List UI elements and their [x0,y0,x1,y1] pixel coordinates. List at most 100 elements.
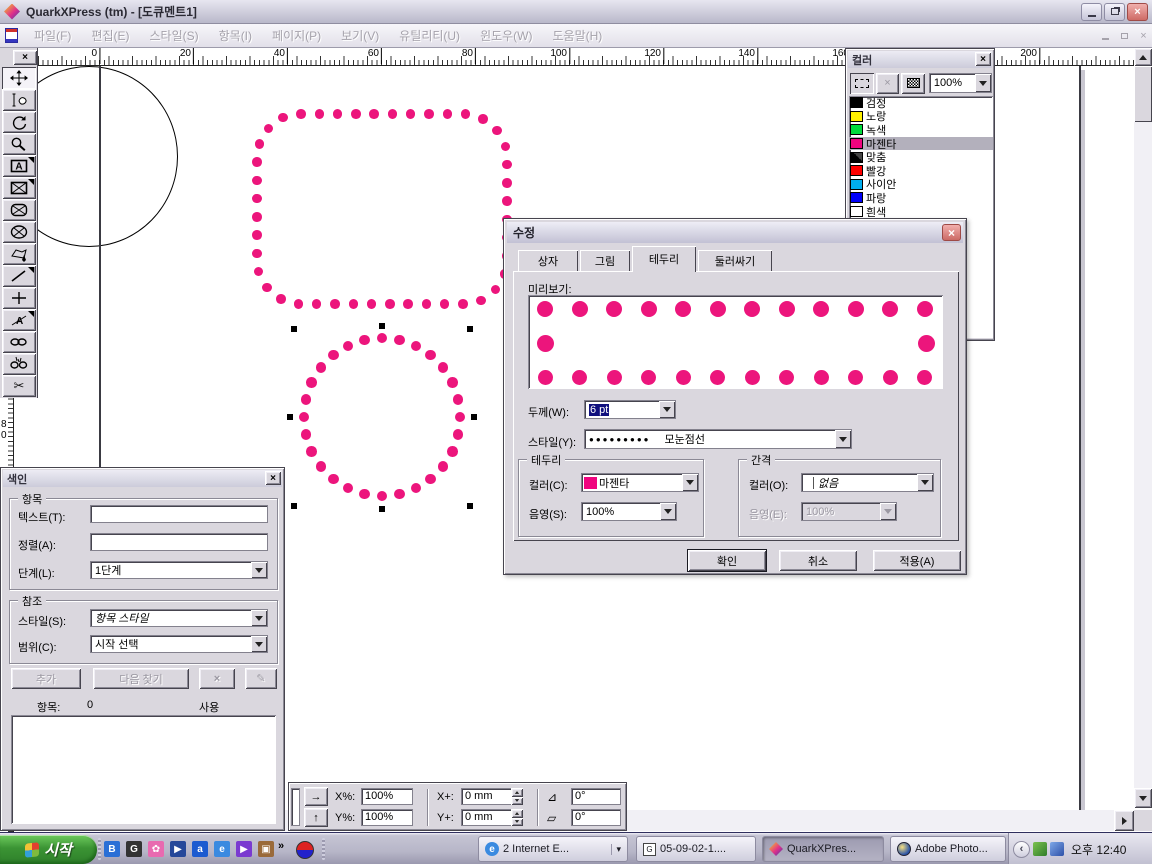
tab-picture[interactable]: 그림 [580,250,630,271]
close-button[interactable]: × [1127,3,1148,21]
taskbar-button-2[interactable]: QuarkXPres... [762,836,884,862]
rounded-picture-box-tool[interactable] [2,199,36,221]
item-tool[interactable] [2,89,36,111]
frame-mode-button[interactable] [850,73,874,94]
colors-palette-titlebar[interactable]: 컬러 [848,51,992,68]
index-palette-close-button[interactable]: × [265,471,281,485]
vertical-scroll-thumb[interactable] [1134,66,1152,122]
quick-launch-player-icon[interactable]: ▶ [236,841,252,857]
entry-level-combo[interactable]: 1단계 [90,561,268,579]
index-entry-list[interactable] [11,715,276,824]
selection-handle[interactable] [467,326,473,332]
oval-picture-box-tool[interactable] [2,221,36,243]
taskbar-button-1[interactable]: G05-09-02-1.... [636,836,756,862]
ok-button[interactable]: 확인 [688,550,766,571]
start-button[interactable]: 시작 [0,835,97,864]
unlink-tool[interactable] [2,353,36,375]
scroll-down-button[interactable] [1134,788,1152,808]
tray-network-icon[interactable] [1050,842,1064,856]
quick-launch-media-icon[interactable]: ▶ [170,841,186,857]
restore-button[interactable] [1104,3,1125,21]
x-scale-input[interactable]: 100% [361,788,413,805]
vertical-scrollbar[interactable] [1134,66,1152,788]
colors-palette-close-button[interactable]: × [975,52,991,66]
modify-dialog-titlebar[interactable]: 수정 × [507,222,963,243]
menu-item-2[interactable]: 스타일(S) [139,27,208,44]
selection-handle[interactable] [467,503,473,509]
modify-dialog-close-button[interactable]: × [942,224,961,241]
x-offset-spinner[interactable] [511,788,523,805]
menu-item-6[interactable]: 유틸리티(U) [389,27,470,44]
menu-item-4[interactable]: 페이지(P) [262,27,331,44]
entry-level-dropdown[interactable] [251,562,267,578]
entry-sort-input[interactable] [90,533,268,551]
zoom-tool[interactable] [2,133,36,155]
selection-handle[interactable] [471,414,477,420]
color-row-흰색[interactable]: 흰색 [849,205,993,219]
color-shade-combo[interactable]: 100% [929,73,992,93]
korean-ime-icon[interactable] [296,841,314,859]
scissors-tool[interactable]: ✂ [2,375,36,397]
color-shade-dropdown[interactable] [975,74,991,92]
text-box-tool[interactable]: A [2,155,36,177]
taskbar-button-0[interactable]: e2 Internet E...▾ [478,836,628,862]
contents-mode-button[interactable]: × [876,73,900,94]
line-tool[interactable] [2,265,36,287]
quick-launch-a-icon[interactable]: a [192,841,208,857]
delete-entry-button[interactable]: × [199,668,235,689]
menu-item-0[interactable]: 파일(F) [24,27,81,44]
quick-launch-overflow[interactable]: » [278,840,284,852]
ref-scope-combo[interactable]: 시작 선택 [90,635,268,653]
selection-handle[interactable] [291,503,297,509]
scroll-up-button[interactable] [1134,48,1152,66]
add-entry-button[interactable]: 추가 [11,668,81,689]
taskbar-button-3[interactable]: Adobe Photo... [890,836,1006,862]
minimize-button[interactable] [1081,3,1102,21]
fill-mode-button[interactable] [901,73,925,94]
quick-launch-ie-icon[interactable]: e [214,841,230,857]
skew-input[interactable]: 0° [571,809,621,826]
index-palette-titlebar[interactable]: 색인 [3,470,282,487]
bezier-picture-box-tool[interactable] [2,243,36,265]
tab-runaround[interactable]: 둘러싸기 [698,250,772,271]
ref-scope-dropdown[interactable] [251,636,267,652]
taskbar-button-dropdown-icon[interactable]: ▾ [611,844,621,855]
menu-item-3[interactable]: 항목(I) [209,27,262,44]
orthogonal-line-tool[interactable] [2,287,36,309]
selection-handle[interactable] [287,414,293,420]
ref-style-combo[interactable]: 항목 스타일 [90,609,268,627]
move-tool[interactable] [2,67,36,89]
selection-handle[interactable] [379,323,385,329]
selection-handle[interactable] [291,326,297,332]
ref-style-dropdown[interactable] [251,610,267,626]
cancel-button[interactable]: 취소 [779,550,857,571]
menu-item-7[interactable]: 윈도우(W) [470,27,542,44]
link-tool[interactable] [2,331,36,353]
scroll-right-button[interactable] [1114,810,1134,831]
document-icon[interactable] [5,28,18,43]
rotation-tool[interactable] [2,111,36,133]
text-path-tool[interactable]: A [2,309,36,331]
tray-chevron-icon[interactable]: ‹ [1013,841,1030,858]
flip-horizontal-button[interactable]: → [304,787,328,806]
menu-item-1[interactable]: 편집(E) [81,27,139,44]
rectangle-picture-box-tool[interactable] [2,177,36,199]
tab-box[interactable]: 상자 [518,250,578,271]
quick-launch-flower-icon[interactable]: ✿ [148,841,164,857]
rotation-input[interactable]: 0° [571,788,621,805]
tab-frame[interactable]: 테두리 [632,246,696,272]
apply-button[interactable]: 적용(A) [873,550,961,571]
y-scale-input[interactable]: 100% [361,809,413,826]
y-offset-spinner[interactable] [511,809,523,826]
find-next-button[interactable]: 다음 찾기 [93,668,189,689]
tool-palette-close-button[interactable]: × [13,50,37,65]
tray-person-icon[interactable] [1033,842,1047,856]
selection-handle[interactable] [379,506,385,512]
quick-launch-acdsee-icon[interactable]: G [126,841,142,857]
quick-launch-outlook-icon[interactable]: B [104,841,120,857]
edit-entry-button[interactable]: ✎ [245,668,277,689]
menu-item-8[interactable]: 도움말(H) [543,27,613,44]
menu-item-5[interactable]: 보기(V) [331,27,389,44]
entry-text-input[interactable] [90,505,268,523]
quick-launch-photo-icon[interactable]: ▣ [258,841,274,857]
